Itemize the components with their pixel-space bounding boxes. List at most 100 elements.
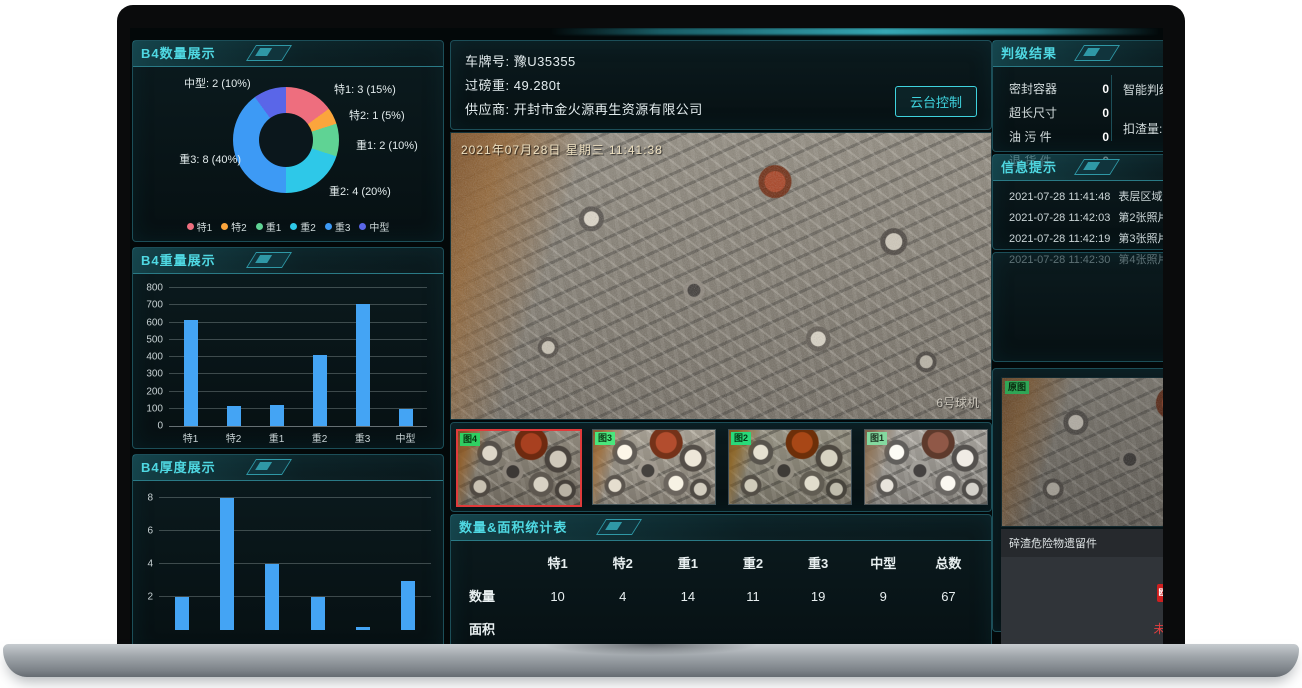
danger-alert-text: 未发现碎渣危险物件 [1001, 620, 1163, 637]
table-header-cell: 总数 [916, 547, 981, 580]
statistics-table-title: 数量&面积统计表 [451, 515, 991, 541]
table-cell [720, 613, 785, 645]
y-axis-tick-label: 600 [146, 317, 163, 328]
weighbridge-weight: 过磅重: 49.280t [465, 75, 561, 94]
thumbnail-badge: 图3 [595, 432, 615, 445]
log-timestamp: 2021-07-28 11:42:03 [1009, 212, 1110, 224]
photo-grain-texture [1002, 378, 1163, 526]
grading-result-panel: 判级结果 密封容器0超长尺寸0油 污 件0退 货 件0 智能判级: 扣渣量: [992, 40, 1163, 152]
ptz-control-button[interactable]: 云台控制 [895, 86, 977, 117]
main-camera-image[interactable]: 2021年07月28日 星期三 11:41:38 6号球机 [450, 132, 992, 420]
legend-dot-icon [290, 223, 297, 230]
bar [227, 406, 241, 426]
bar [356, 627, 370, 630]
bar-slot [295, 482, 340, 630]
bar [401, 581, 415, 630]
bar-slot: 特2 [212, 288, 255, 426]
x-axis-tick-label: 重3 [355, 430, 371, 445]
bar-slot: 重2 [298, 288, 341, 426]
table-cell [851, 613, 916, 645]
table-header-cell: 重1 [655, 547, 720, 580]
legend-item: 重1 [256, 219, 282, 234]
dashboard-screen: B4数量展示 特1: 3 (15%)特2: 1 (5%)重1: 2 (10%)重… [130, 28, 1163, 645]
log-entry: 2021-07-28 11:42:19 第3张照片表层开 [1009, 229, 1163, 250]
thumbnail-photo-4[interactable]: 图4 [456, 429, 582, 507]
table-cell: 67 [916, 580, 981, 613]
y-axis-tick-label: 0 [157, 421, 163, 432]
brand-line: 欧冶 废钢判级平台 [1001, 583, 1163, 602]
detection-result-card: 碎渣危险物遗留件 欧冶 废钢判级平台 未发现碎渣危险物件 [1001, 529, 1163, 645]
grade-item-value: 0 [1102, 101, 1109, 125]
grade-item-value: 0 [1102, 77, 1109, 101]
y-axis-tick-label: 2 [147, 592, 153, 603]
quantity-panel-title: B4数量展示 [133, 41, 443, 67]
legend-item: 特1 [187, 219, 213, 234]
legend-dot-icon [187, 223, 194, 230]
slag-deduction-label: 扣渣量: [1123, 120, 1163, 137]
camera-name: 6号球机 [936, 394, 979, 411]
detection-caption: 碎渣危险物遗留件 [1001, 529, 1163, 557]
table-cell [786, 613, 851, 645]
y-axis-tick-label: 400 [146, 352, 163, 363]
table-cell [655, 613, 720, 645]
weight-panel: B4重量展示 0100200300400500600700800特1特2重1重2… [132, 247, 444, 449]
legend-dot-icon [221, 223, 228, 230]
table-cell: 14 [655, 580, 720, 613]
legend-item: 重3 [325, 219, 351, 234]
laptop-base [3, 644, 1299, 677]
thumbnail-photo-3[interactable]: 图3 [592, 429, 716, 505]
thumbnail-photo-1[interactable]: 图1 [864, 429, 988, 505]
log-entry: 2021-07-28 11:41:48表层区域计算成功 [1009, 187, 1163, 208]
bar [270, 405, 284, 426]
grade-item-value: 0 [1102, 125, 1109, 149]
grading-result-title: 判级结果 [993, 41, 1163, 67]
quantity-panel: B4数量展示 特1: 3 (15%)特2: 1 (5%)重1: 2 (10%)重… [132, 40, 444, 242]
log-timestamp: 2021-07-28 11:41:48 [1009, 191, 1110, 203]
table-header-cell: 特1 [525, 547, 590, 580]
original-scrap-image[interactable]: 原图 [1001, 377, 1163, 527]
table-cell [916, 613, 981, 645]
info-message-panel: 信息提示 2021-07-28 11:41:48表层区域计算成功2021-07-… [992, 154, 1163, 250]
donut-slice-label: 重3: 8 (40%) [151, 151, 241, 167]
legend-label: 重1 [266, 219, 282, 234]
table-header-cell: 特2 [590, 547, 655, 580]
log-timestamp: 2021-07-28 11:42:19 [1009, 233, 1110, 245]
y-axis-tick-label: 4 [147, 559, 153, 570]
y-axis-tick-label: 300 [146, 369, 163, 380]
bar [356, 304, 370, 426]
y-axis-tick-label: 8 [147, 493, 153, 504]
panel-header-decoration-icon [246, 45, 292, 61]
table-cell: 11 [720, 580, 785, 613]
bar [184, 320, 198, 426]
donut-slice-label: 重2: 4 (20%) [329, 183, 391, 199]
bar [311, 597, 325, 630]
bar-slot [159, 482, 204, 630]
x-axis-tick-label: 重2 [312, 430, 328, 445]
grade-item: 超长尺寸0 [1009, 101, 1109, 125]
laptop-mockup: B4数量展示 特1: 3 (15%)特2: 1 (5%)重1: 2 (10%)重… [0, 0, 1302, 688]
legend-label: 重2 [300, 219, 316, 234]
legend-dot-icon [359, 223, 366, 230]
plate-number: 车牌号: 豫U35355 [465, 51, 576, 70]
thumbnail-strip: 图4 图3 图2 图1 [450, 422, 992, 512]
thumbnail-badge: 图1 [867, 432, 887, 445]
vehicle-info-panel: 车牌号: 豫U35355 过磅重: 49.280t 供应商: 开封市金火源再生资… [450, 40, 992, 130]
donut-legend: 特1特2重1重2重3中型 [133, 219, 443, 234]
right-spacer-panel [992, 252, 1163, 362]
thumbnail-photo-2[interactable]: 图2 [728, 429, 852, 505]
brand-logo-icon: 欧冶 [1157, 584, 1163, 602]
bar-slot [340, 482, 385, 630]
bar-slot [386, 482, 431, 630]
y-axis-tick-label: 700 [146, 300, 163, 311]
x-axis-tick-label: 特2 [226, 430, 242, 445]
panel-header-decoration-icon [596, 519, 642, 535]
statistics-table-panel: 数量&面积统计表 特1特2重1重2重3中型总数数量104141119967面积 [450, 514, 992, 645]
log-entry: 2021-07-28 11:42:03第2张照片表层开 [1009, 208, 1163, 229]
bar-slot: 中型 [384, 288, 427, 426]
x-axis-tick-label: 中型 [396, 430, 416, 445]
log-message: 第3张照片表层开 [1118, 233, 1163, 245]
legend-label: 特2 [231, 219, 247, 234]
legend-dot-icon [256, 223, 263, 230]
supplier-name: 供应商: 开封市金火源再生资源有限公司 [465, 99, 703, 118]
original-image-badge: 原图 [1005, 381, 1029, 394]
